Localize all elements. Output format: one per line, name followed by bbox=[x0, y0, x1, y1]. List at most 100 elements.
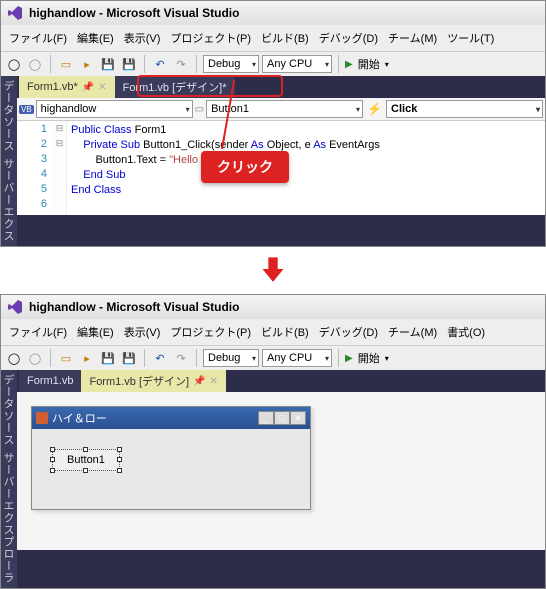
save-all-icon[interactable]: 💾 bbox=[120, 55, 138, 73]
menu-team[interactable]: チーム(M) bbox=[384, 322, 441, 342]
sidebar-label-b[interactable]: サーバーエクス bbox=[2, 158, 16, 242]
tab-design[interactable]: Form1.vb [デザイン]* bbox=[115, 76, 235, 98]
callout: クリック bbox=[201, 151, 289, 183]
resize-handle[interactable] bbox=[50, 457, 55, 462]
sidebar: データソース サーバーエクスプローラ bbox=[1, 370, 17, 588]
button-text: Button1 bbox=[67, 454, 105, 466]
resize-handle[interactable] bbox=[117, 468, 122, 473]
code-text[interactable]: Public Class Form1 Private Sub Button1_C… bbox=[67, 121, 545, 215]
designed-button[interactable]: Button1 bbox=[52, 449, 120, 471]
bolt-icon: ⚡ bbox=[367, 102, 382, 116]
design-surface[interactable]: ハイ＆ロー _ □ ✕ Button1 bbox=[17, 392, 545, 550]
maximize-icon[interactable]: □ bbox=[274, 411, 290, 425]
event-combo[interactable]: Click bbox=[386, 100, 543, 118]
minimize-icon[interactable]: _ bbox=[258, 411, 274, 425]
pin-icon[interactable]: 📌 bbox=[193, 376, 205, 387]
start-button[interactable]: 開始 bbox=[356, 56, 382, 72]
separator bbox=[50, 55, 51, 73]
dropdown-icon[interactable]: ▾ bbox=[385, 60, 389, 69]
new-icon[interactable]: ▭ bbox=[57, 349, 75, 367]
menu-project[interactable]: プロジェクト(P) bbox=[166, 322, 255, 342]
close-icon[interactable]: ✕ bbox=[210, 376, 218, 387]
forward-icon[interactable]: ◯ bbox=[26, 349, 44, 367]
menu-build[interactable]: ビルド(B) bbox=[257, 28, 313, 48]
form-titlebar: ハイ＆ロー _ □ ✕ bbox=[32, 407, 310, 429]
redo-icon[interactable]: ↷ bbox=[172, 55, 190, 73]
pin-icon[interactable]: 📌 bbox=[82, 82, 94, 93]
resize-handle[interactable] bbox=[117, 447, 122, 452]
form-title: ハイ＆ロー bbox=[52, 410, 107, 426]
menu-file[interactable]: ファイル(F) bbox=[5, 28, 71, 48]
outline-gutter: ⊟⊟ bbox=[53, 121, 67, 215]
class-combo[interactable]: highandlow bbox=[36, 100, 193, 118]
back-icon[interactable]: ◯ bbox=[5, 349, 23, 367]
menu-debug[interactable]: デバッグ(D) bbox=[315, 322, 382, 342]
resize-handle[interactable] bbox=[117, 457, 122, 462]
menu-view[interactable]: 表示(V) bbox=[120, 28, 165, 48]
toolbar: ◯ ◯ ▭ ▸ 💾 💾 ↶ ↷ Debug Any CPU ▶ 開始 ▾ bbox=[1, 345, 545, 370]
sidebar: データソース サーバーエクス bbox=[1, 76, 17, 246]
menu-edit[interactable]: 編集(E) bbox=[73, 322, 118, 342]
vs-logo-icon bbox=[7, 5, 23, 21]
window-title: highandlow - Microsoft Visual Studio bbox=[29, 6, 239, 20]
sidebar-label-b[interactable]: サーバーエクスプローラ bbox=[2, 452, 16, 584]
main-area: データソース サーバーエクスプローラ Form1.vb Form1.vb [デザ… bbox=[1, 370, 545, 588]
menu-debug[interactable]: デバッグ(D) bbox=[315, 28, 382, 48]
designed-form[interactable]: ハイ＆ロー _ □ ✕ Button1 bbox=[31, 406, 311, 510]
menu-format[interactable]: 書式(O) bbox=[443, 322, 489, 342]
undo-icon[interactable]: ↶ bbox=[151, 55, 169, 73]
close-icon[interactable]: ✕ bbox=[98, 82, 106, 93]
undo-icon[interactable]: ↶ bbox=[151, 349, 169, 367]
menu-file[interactable]: ファイル(F) bbox=[5, 322, 71, 342]
tab-code[interactable]: Form1.vb* 📌 ✕ bbox=[19, 76, 115, 98]
vs-window-design: highandlow - Microsoft Visual Studio ファイ… bbox=[0, 294, 546, 589]
tab-label: Form1.vb [デザイン]* bbox=[123, 79, 227, 95]
back-icon[interactable]: ◯ bbox=[5, 55, 23, 73]
open-icon[interactable]: ▸ bbox=[78, 55, 96, 73]
menu-view[interactable]: 表示(V) bbox=[120, 322, 165, 342]
sidebar-label-a[interactable]: データソース bbox=[2, 80, 16, 152]
tab-code[interactable]: Form1.vb bbox=[19, 370, 81, 392]
tab-design[interactable]: Form1.vb [デザイン] 📌 ✕ bbox=[81, 370, 225, 392]
separator bbox=[50, 349, 51, 367]
platform-combo[interactable]: Any CPU bbox=[262, 55, 332, 73]
code-nav-bar: VB highandlow ▭ Button1 ⚡ Click bbox=[17, 98, 545, 121]
menu-edit[interactable]: 編集(E) bbox=[73, 28, 118, 48]
start-button[interactable]: 開始 bbox=[356, 350, 382, 366]
resize-handle[interactable] bbox=[83, 468, 88, 473]
menu-project[interactable]: プロジェクト(P) bbox=[166, 28, 255, 48]
line-numbers: 123 456 bbox=[17, 121, 53, 215]
play-icon: ▶ bbox=[345, 59, 353, 70]
separator bbox=[338, 349, 339, 367]
menu-tool[interactable]: ツール(T) bbox=[443, 28, 498, 48]
save-all-icon[interactable]: 💾 bbox=[120, 349, 138, 367]
tab-label: Form1.vb [デザイン] bbox=[89, 373, 189, 389]
form-body[interactable]: Button1 bbox=[32, 429, 310, 509]
redo-icon[interactable]: ↷ bbox=[172, 349, 190, 367]
arrow-down-icon bbox=[0, 247, 546, 294]
tab-strip: Form1.vb Form1.vb [デザイン] 📌 ✕ bbox=[17, 370, 545, 392]
close-icon[interactable]: ✕ bbox=[290, 411, 306, 425]
vs-logo-icon bbox=[7, 299, 23, 315]
vb-badge-icon: VB bbox=[19, 105, 34, 114]
save-icon[interactable]: 💾 bbox=[99, 55, 117, 73]
resize-handle[interactable] bbox=[83, 447, 88, 452]
dropdown-icon[interactable]: ▾ bbox=[385, 354, 389, 363]
menu-build[interactable]: ビルド(B) bbox=[257, 322, 313, 342]
sidebar-label-a[interactable]: データソース bbox=[2, 374, 16, 446]
menubar: ファイル(F) 編集(E) 表示(V) プロジェクト(P) ビルド(B) デバッ… bbox=[1, 25, 545, 51]
config-combo[interactable]: Debug bbox=[203, 55, 259, 73]
open-icon[interactable]: ▸ bbox=[78, 349, 96, 367]
resize-handle[interactable] bbox=[50, 447, 55, 452]
forward-icon[interactable]: ◯ bbox=[26, 55, 44, 73]
platform-combo[interactable]: Any CPU bbox=[262, 349, 332, 367]
new-icon[interactable]: ▭ bbox=[57, 55, 75, 73]
window-title: highandlow - Microsoft Visual Studio bbox=[29, 300, 239, 314]
content: Form1.vb Form1.vb [デザイン] 📌 ✕ ハイ＆ロー _ □ bbox=[17, 370, 545, 588]
config-combo[interactable]: Debug bbox=[203, 349, 259, 367]
resize-handle[interactable] bbox=[50, 468, 55, 473]
menu-team[interactable]: チーム(M) bbox=[384, 28, 441, 48]
save-icon[interactable]: 💾 bbox=[99, 349, 117, 367]
separator bbox=[196, 55, 197, 73]
separator bbox=[144, 55, 145, 73]
